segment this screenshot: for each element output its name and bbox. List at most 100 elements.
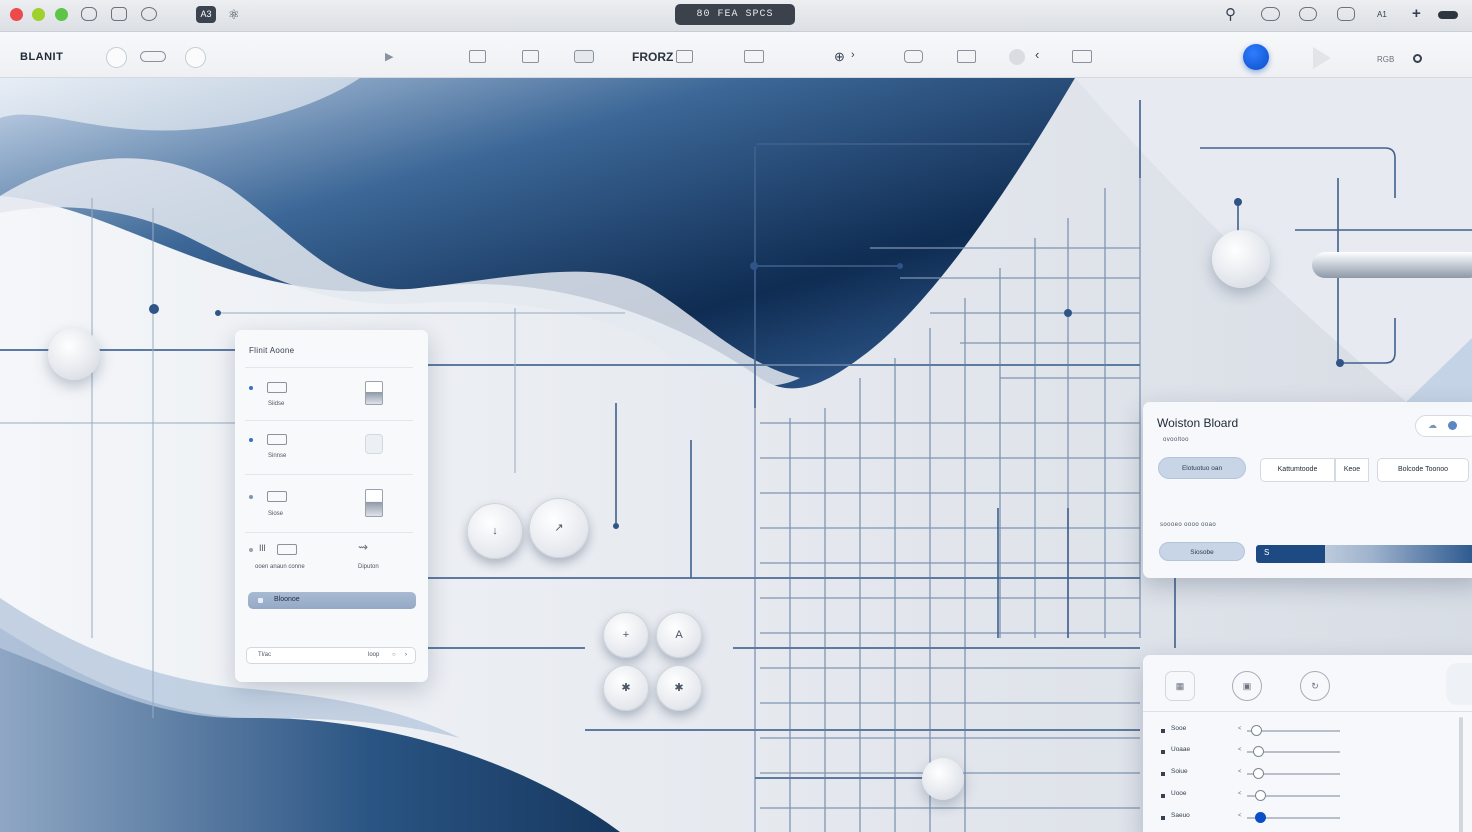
minus-icon: < bbox=[1238, 769, 1242, 775]
section-label: soooeo oooo ooao bbox=[1160, 522, 1217, 528]
active-tool-button[interactable]: A3 bbox=[196, 6, 216, 23]
filter-chip[interactable]: Elotuotuo oan bbox=[1158, 457, 1246, 479]
book-icon[interactable] bbox=[904, 50, 923, 63]
scrollbar[interactable] bbox=[1459, 717, 1463, 832]
segment-tab-3[interactable]: Bolcode Toonoo bbox=[1377, 458, 1469, 482]
bullet-icon bbox=[249, 548, 253, 552]
add-icon[interactable]: + bbox=[1412, 5, 1421, 22]
control-button-asterisk-2[interactable]: ✱ bbox=[656, 665, 702, 711]
canvas-knob-left[interactable] bbox=[48, 328, 100, 380]
close-window-button[interactable] bbox=[10, 8, 23, 21]
info-button[interactable] bbox=[106, 47, 127, 68]
selected-action-bar[interactable]: Bloonoe bbox=[248, 592, 416, 609]
window-titlebar: A3 ⚛ 80 FEA SPCS ⚲ A1 + bbox=[0, 0, 1472, 32]
list-item-label: Sinnse bbox=[268, 453, 287, 459]
segment-tab-2[interactable]: Keoe bbox=[1335, 458, 1369, 482]
chevron-right-icon[interactable]: › bbox=[851, 49, 855, 61]
bullet-icon bbox=[249, 386, 253, 390]
grid-icon[interactable] bbox=[957, 50, 976, 63]
list-item[interactable]: Siose bbox=[245, 476, 413, 533]
control-button-a[interactable]: A bbox=[656, 612, 702, 658]
thumbnail-icon[interactable] bbox=[365, 381, 383, 405]
flask-icon[interactable]: ⚛ bbox=[228, 7, 240, 23]
record-button[interactable] bbox=[185, 47, 206, 68]
minimize-window-button[interactable] bbox=[32, 8, 45, 21]
image-icon[interactable] bbox=[676, 50, 693, 63]
bullet-icon bbox=[1161, 750, 1165, 754]
thumbnail-icon[interactable] bbox=[365, 434, 383, 454]
color-mode-label[interactable]: RGB bbox=[1377, 55, 1394, 64]
battery-icon bbox=[1438, 11, 1458, 19]
refresh-icon[interactable]: ↻ bbox=[1300, 671, 1330, 701]
panel-icon[interactable] bbox=[744, 50, 764, 63]
segment-tab-1[interactable]: Kattumtoode bbox=[1260, 458, 1335, 482]
text-size-label[interactable]: A1 bbox=[1377, 10, 1387, 19]
window-title[interactable]: 80 FEA SPCS bbox=[675, 4, 795, 25]
bullet-icon bbox=[1161, 729, 1165, 733]
color-swatch-button[interactable] bbox=[1009, 49, 1025, 65]
globe-icon[interactable]: ⊕ bbox=[834, 49, 845, 65]
control-button-cursor[interactable]: ↗ bbox=[529, 498, 589, 558]
canvas-knob-bottom[interactable] bbox=[922, 758, 964, 800]
layer-icon bbox=[277, 544, 297, 555]
share-icon[interactable]: ⇝ bbox=[358, 540, 368, 554]
front-label[interactable]: FRORZ bbox=[632, 50, 673, 64]
control-button-asterisk[interactable]: ✱ bbox=[603, 665, 649, 711]
list-item-caption: ooen anaun conne bbox=[255, 564, 305, 570]
control-button-down[interactable]: ↓ bbox=[467, 503, 523, 559]
design-canvas[interactable]: ↓ ↗ + A ✱ ✱ Flinit Aoone Siidse Sinnse S… bbox=[0, 78, 1472, 832]
slider-label: Saeuo bbox=[1171, 812, 1190, 819]
window-icon[interactable] bbox=[111, 7, 127, 21]
slider-thumb[interactable] bbox=[1253, 746, 1265, 757]
control-button-add[interactable]: + bbox=[603, 612, 649, 658]
slider-thumb[interactable] bbox=[1255, 790, 1267, 801]
chat-icon[interactable] bbox=[141, 7, 157, 21]
display-icon[interactable] bbox=[1072, 50, 1092, 63]
panel-handle[interactable] bbox=[1446, 663, 1472, 705]
list-item[interactable]: Ill ooen anaun conne ⇝ Diputon bbox=[245, 534, 413, 576]
slider-thumb[interactable] bbox=[1255, 812, 1267, 823]
chevron-left-icon[interactable]: ‹ bbox=[1035, 47, 1039, 62]
list-item[interactable]: Siidse bbox=[245, 370, 413, 421]
thumbnail-icon[interactable] bbox=[365, 489, 383, 517]
toggle-button[interactable] bbox=[140, 51, 166, 62]
slider-row: Saeuo < bbox=[1143, 810, 1472, 826]
eye-icon[interactable] bbox=[1413, 54, 1422, 63]
slider-thumb[interactable] bbox=[1253, 768, 1265, 779]
image-icon[interactable]: ▣ bbox=[1232, 671, 1262, 701]
bullet-icon bbox=[249, 495, 253, 499]
panel-footer-input[interactable]: Tl/ac loop ○ › bbox=[246, 647, 416, 664]
square-icon bbox=[258, 598, 263, 603]
frame-icon[interactable] bbox=[522, 50, 539, 63]
play-icon[interactable]: ▶ bbox=[385, 50, 393, 63]
shield-icon[interactable] bbox=[1337, 7, 1355, 21]
panel-title: Woiston Bloard bbox=[1157, 416, 1239, 430]
brain-icon[interactable] bbox=[1299, 7, 1317, 21]
slider-thumb[interactable] bbox=[1251, 725, 1263, 736]
list-item[interactable]: Sinnse bbox=[245, 422, 413, 475]
view-toggle[interactable]: ☁ bbox=[1415, 415, 1472, 437]
minus-icon: < bbox=[1238, 813, 1242, 819]
layers-panel: Flinit Aoone Siidse Sinnse Siose Ill ooe… bbox=[235, 330, 428, 682]
bullet-icon bbox=[1161, 794, 1165, 798]
layout-icon[interactable] bbox=[469, 50, 486, 63]
cloud-icon[interactable] bbox=[81, 7, 97, 21]
toggle-dot bbox=[1448, 421, 1457, 430]
rectangle-icon[interactable] bbox=[574, 50, 594, 63]
canvas-knob-top-right[interactable] bbox=[1212, 230, 1270, 288]
zoom-window-button[interactable] bbox=[55, 8, 68, 21]
main-toolbar: BLANIT ▶ FRORZ ⊕ › ‹ RGB bbox=[0, 32, 1472, 78]
cloud-icon: ☁ bbox=[1428, 420, 1437, 430]
minus-icon: < bbox=[1238, 747, 1242, 753]
progress-bar[interactable]: S bbox=[1256, 545, 1472, 563]
minus-icon: < bbox=[1238, 726, 1242, 732]
primary-action-button[interactable] bbox=[1243, 44, 1269, 70]
status-chip[interactable]: Siosobe bbox=[1159, 542, 1245, 561]
chevron-right-icon[interactable]: › bbox=[405, 652, 407, 658]
forward-icon[interactable] bbox=[1313, 47, 1331, 69]
cloud-sync-icon[interactable] bbox=[1261, 7, 1280, 21]
search-icon[interactable]: ⚲ bbox=[1225, 5, 1236, 23]
grid-icon[interactable]: ▦ bbox=[1165, 671, 1195, 701]
panel-title: Flinit Aoone bbox=[249, 346, 295, 355]
circle-icon[interactable]: ○ bbox=[392, 652, 396, 658]
